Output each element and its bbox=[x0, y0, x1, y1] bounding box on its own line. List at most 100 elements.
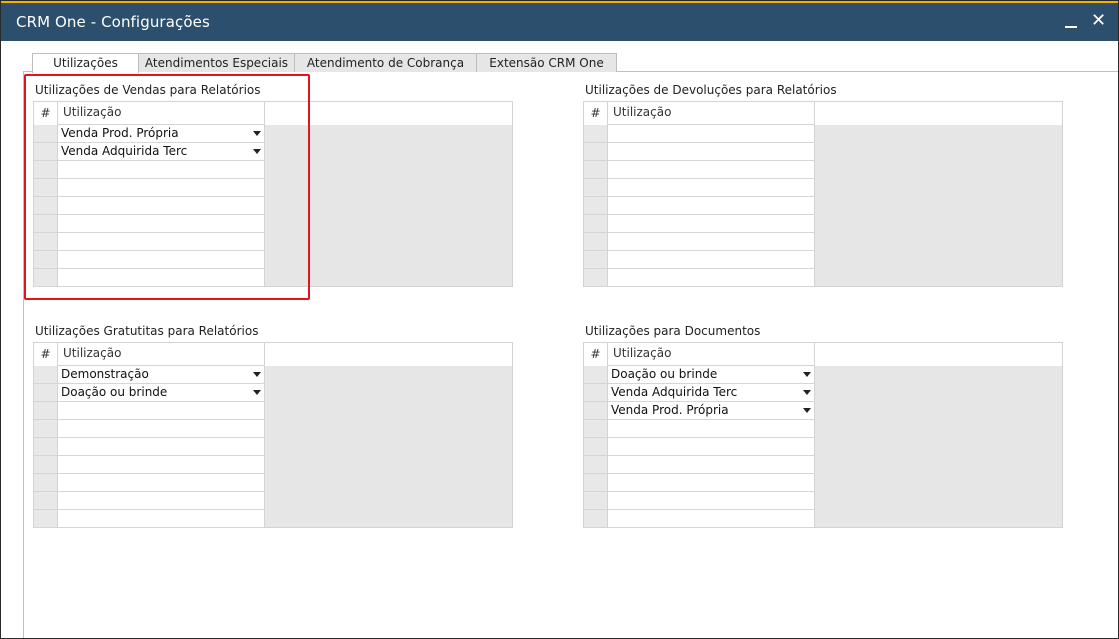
table-row[interactable]: Doação ou brinde bbox=[34, 384, 265, 402]
row-number-cell[interactable] bbox=[34, 179, 58, 197]
utilizacao-cell[interactable] bbox=[608, 474, 815, 492]
row-number-cell[interactable] bbox=[34, 474, 58, 492]
tab-extensao-crm-one[interactable]: Extensão CRM One bbox=[476, 53, 617, 72]
row-number-cell[interactable] bbox=[34, 197, 58, 215]
utilizacao-cell[interactable]: Venda Prod. Própria bbox=[608, 402, 815, 420]
utilizacao-cell[interactable] bbox=[608, 215, 815, 233]
table-row[interactable]: Venda Adquirida Terc bbox=[34, 143, 265, 161]
utilizacao-cell[interactable]: Demonstração bbox=[58, 366, 265, 384]
table-row[interactable] bbox=[34, 197, 265, 215]
row-number-cell[interactable] bbox=[34, 161, 58, 179]
row-number-cell[interactable] bbox=[34, 438, 58, 456]
row-number-cell[interactable] bbox=[584, 269, 608, 287]
utilizacao-cell[interactable]: Venda Adquirida Terc bbox=[608, 384, 815, 402]
row-number-cell[interactable] bbox=[34, 233, 58, 251]
table-row[interactable] bbox=[34, 474, 265, 492]
utilizacao-cell[interactable] bbox=[58, 420, 265, 438]
table-row[interactable] bbox=[34, 179, 265, 197]
utilizacao-cell[interactable]: Doação ou brinde bbox=[608, 366, 815, 384]
table-row[interactable] bbox=[34, 161, 265, 179]
utilizacao-cell[interactable] bbox=[608, 125, 815, 143]
utilizacao-cell[interactable] bbox=[58, 233, 265, 251]
utilizacao-cell[interactable] bbox=[58, 269, 265, 287]
table-row[interactable]: Venda Prod. Própria bbox=[34, 125, 265, 143]
table-row[interactable] bbox=[584, 438, 815, 456]
row-number-cell[interactable] bbox=[34, 384, 58, 402]
grid-vendas[interactable]: # Utilização Venda Prod. Própria Venda Adqu… bbox=[33, 101, 513, 287]
table-row[interactable] bbox=[584, 269, 815, 287]
row-number-cell[interactable] bbox=[34, 215, 58, 233]
utilizacao-cell[interactable] bbox=[58, 161, 265, 179]
table-row[interactable] bbox=[34, 438, 265, 456]
row-number-cell[interactable] bbox=[34, 125, 58, 143]
table-row[interactable] bbox=[584, 233, 815, 251]
utilizacao-cell[interactable] bbox=[58, 456, 265, 474]
row-number-cell[interactable] bbox=[584, 384, 608, 402]
utilizacao-cell[interactable] bbox=[58, 510, 265, 528]
table-row[interactable] bbox=[584, 420, 815, 438]
utilizacao-cell[interactable] bbox=[608, 143, 815, 161]
row-number-cell[interactable] bbox=[584, 125, 608, 143]
grid-devolucoes[interactable]: # Utilização bbox=[583, 101, 1063, 287]
row-number-cell[interactable] bbox=[34, 251, 58, 269]
utilizacao-cell[interactable]: Doação ou brinde bbox=[58, 384, 265, 402]
dropdown-arrow-icon[interactable] bbox=[253, 131, 261, 136]
close-icon[interactable]: ✕ bbox=[1091, 11, 1106, 31]
utilizacao-cell[interactable]: Venda Prod. Própria bbox=[58, 125, 265, 143]
row-number-cell[interactable] bbox=[584, 179, 608, 197]
table-row[interactable] bbox=[584, 143, 815, 161]
table-row[interactable] bbox=[34, 420, 265, 438]
row-number-cell[interactable] bbox=[584, 233, 608, 251]
utilizacao-cell[interactable] bbox=[608, 161, 815, 179]
table-row[interactable] bbox=[584, 197, 815, 215]
table-row[interactable] bbox=[584, 251, 815, 269]
dropdown-arrow-icon[interactable] bbox=[253, 390, 261, 395]
row-number-cell[interactable] bbox=[584, 456, 608, 474]
row-number-cell[interactable] bbox=[34, 510, 58, 528]
table-row[interactable] bbox=[584, 456, 815, 474]
table-row[interactable] bbox=[584, 510, 815, 528]
utilizacao-cell[interactable] bbox=[58, 402, 265, 420]
table-row[interactable] bbox=[584, 179, 815, 197]
table-row[interactable] bbox=[584, 474, 815, 492]
row-number-cell[interactable] bbox=[584, 402, 608, 420]
column-header-utilizacao[interactable]: Utilização bbox=[608, 343, 815, 366]
utilizacao-cell[interactable] bbox=[58, 179, 265, 197]
table-row[interactable] bbox=[34, 402, 265, 420]
row-number-cell[interactable] bbox=[584, 143, 608, 161]
tab-atendimentos-especiais[interactable]: Atendimentos Especiais bbox=[138, 53, 295, 72]
utilizacao-cell[interactable] bbox=[608, 233, 815, 251]
dropdown-arrow-icon[interactable] bbox=[803, 372, 811, 377]
utilizacao-cell[interactable] bbox=[608, 269, 815, 287]
row-number-cell[interactable] bbox=[584, 251, 608, 269]
table-row[interactable] bbox=[34, 492, 265, 510]
row-number-cell[interactable] bbox=[34, 456, 58, 474]
dropdown-arrow-icon[interactable] bbox=[803, 390, 811, 395]
row-number-cell[interactable] bbox=[584, 474, 608, 492]
dropdown-arrow-icon[interactable] bbox=[253, 149, 261, 154]
grid-documentos[interactable]: # Utilização Doação ou brinde Venda Adquiri… bbox=[583, 342, 1063, 528]
utilizacao-cell[interactable] bbox=[58, 215, 265, 233]
title-bar[interactable]: CRM One - Configurações ✕ bbox=[1, 1, 1118, 41]
table-row[interactable] bbox=[34, 233, 265, 251]
table-row[interactable]: Demonstração bbox=[34, 366, 265, 384]
utilizacao-cell[interactable] bbox=[608, 510, 815, 528]
row-number-cell[interactable] bbox=[34, 492, 58, 510]
row-number-cell[interactable] bbox=[34, 143, 58, 161]
row-number-cell[interactable] bbox=[34, 269, 58, 287]
utilizacao-cell[interactable] bbox=[58, 438, 265, 456]
table-row[interactable] bbox=[34, 269, 265, 287]
table-row[interactable] bbox=[34, 510, 265, 528]
row-number-cell[interactable] bbox=[584, 197, 608, 215]
utilizacao-cell[interactable] bbox=[608, 492, 815, 510]
row-number-cell[interactable] bbox=[34, 420, 58, 438]
utilizacao-cell[interactable]: Venda Adquirida Terc bbox=[58, 143, 265, 161]
row-number-cell[interactable] bbox=[34, 366, 58, 384]
row-number-cell[interactable] bbox=[584, 492, 608, 510]
row-number-cell[interactable] bbox=[584, 161, 608, 179]
row-number-cell[interactable] bbox=[584, 366, 608, 384]
utilizacao-cell[interactable] bbox=[608, 438, 815, 456]
utilizacao-cell[interactable] bbox=[608, 456, 815, 474]
table-row[interactable] bbox=[34, 251, 265, 269]
table-row[interactable]: Venda Prod. Própria bbox=[584, 402, 815, 420]
